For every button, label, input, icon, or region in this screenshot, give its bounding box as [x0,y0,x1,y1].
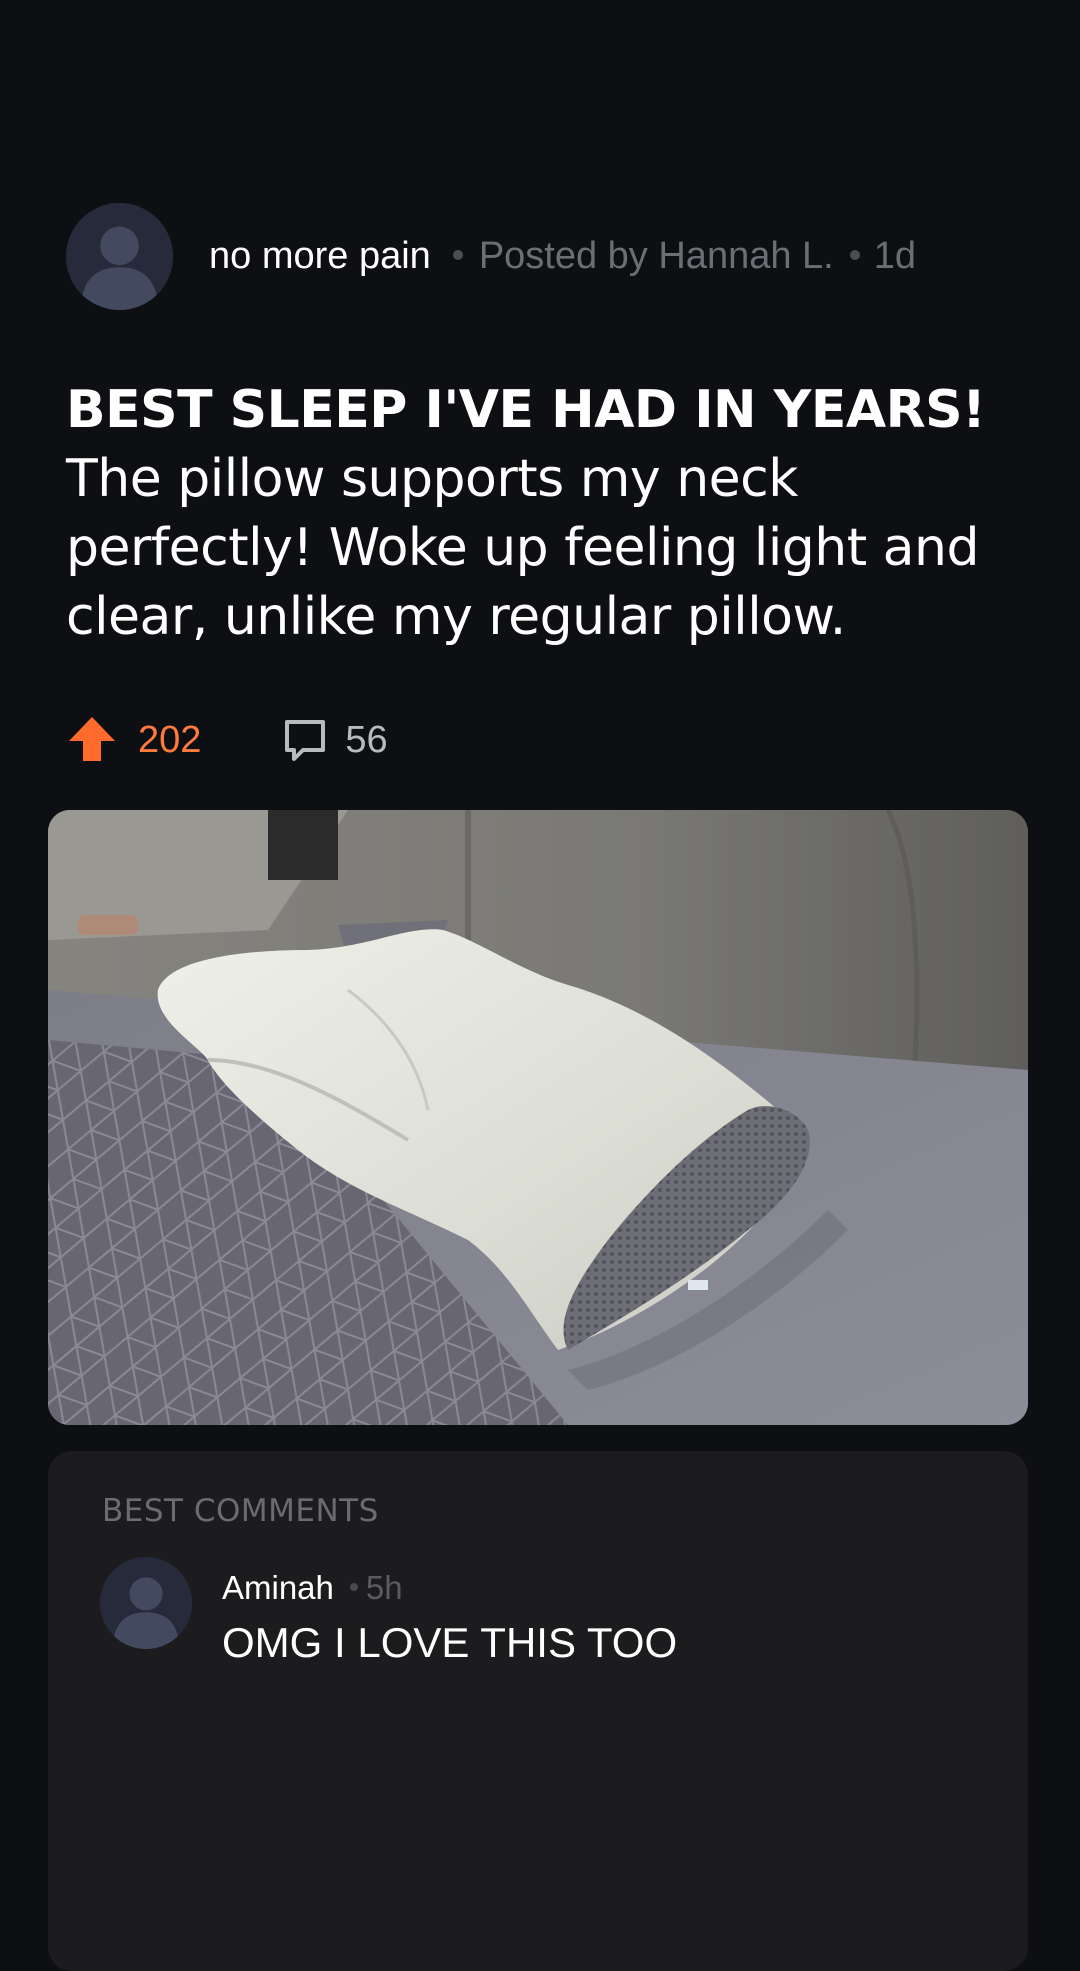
best-comments-card: BEST COMMENTS Aminah 5h OMG I LOVE THIS T… [48,1451,1028,1971]
separator-dot [849,249,860,260]
post-header: no more pain Posted by Hannah L. 1d [66,203,916,310]
author-avatar[interactable] [66,203,173,310]
post-meta: Posted by Hannah L. 1d [452,235,917,278]
post-image[interactable] [48,810,1028,1425]
comment-text: OMG I LOVE THIS TOO [222,1619,678,1666]
comment-count: 56 [345,718,388,761]
comment-author[interactable]: Aminah [222,1569,334,1606]
upvote-arrow-icon [69,717,115,761]
posted-by[interactable]: Posted by Hannah L. [479,235,834,277]
pillow-photo [48,810,1028,1425]
separator-dot [349,1583,358,1592]
upvote-button[interactable]: 202 [66,714,201,766]
user-silhouette-icon [100,1557,192,1649]
user-silhouette-icon [66,203,173,310]
separator-dot [452,249,463,260]
comment-meta: Aminah 5h [222,1569,403,1607]
community-name[interactable]: no more pain [209,235,431,278]
post-title: BEST SLEEP I'VE HAD IN YEARS! [66,380,986,440]
comment-bubble-icon [285,720,326,761]
post-actions: 202 56 [66,705,388,775]
comments-heading: BEST COMMENTS [102,1493,379,1529]
upvote-count: 202 [138,718,202,761]
post-content: BEST SLEEP I'VE HAD IN YEARS! The pillow… [66,376,1026,652]
post-age: 1d [873,235,917,277]
post-text: The pillow supports my neck perfectly! W… [66,449,980,647]
comment-age: 5h [365,1569,403,1606]
comments-button[interactable]: 56 [281,716,388,764]
commenter-avatar[interactable] [100,1557,192,1649]
